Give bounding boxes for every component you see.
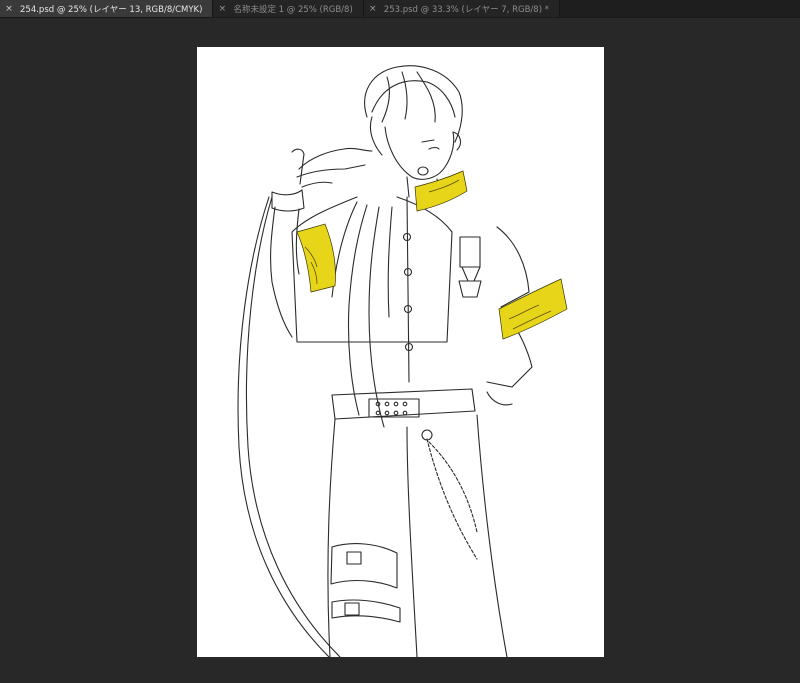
tab-253-psd[interactable]: × 253.psd @ 33.3% (レイヤー 7, RGB/8) * (363, 0, 560, 17)
close-icon[interactable]: × (4, 4, 14, 14)
canvas-workspace[interactable] (0, 18, 800, 683)
tab-untitled-1[interactable]: × 名称未設定 1 @ 25% (RGB/8) (213, 0, 364, 17)
tab-label: 253.psd @ 33.3% (レイヤー 7, RGB/8) * (383, 4, 549, 15)
tab-label: 名称未設定 1 @ 25% (RGB/8) (233, 4, 353, 15)
close-icon[interactable]: × (368, 4, 378, 14)
tab-254-psd[interactable]: × 254.psd @ 25% (レイヤー 13, RGB/8/CMYK) (0, 0, 214, 17)
tab-label: 254.psd @ 25% (レイヤー 13, RGB/8/CMYK) (20, 4, 203, 15)
document-canvas[interactable] (197, 47, 604, 657)
lineart-illustration (237, 65, 568, 657)
close-icon[interactable]: × (217, 4, 227, 14)
document-tab-bar: × 254.psd @ 25% (レイヤー 13, RGB/8/CMYK) × … (0, 0, 800, 18)
